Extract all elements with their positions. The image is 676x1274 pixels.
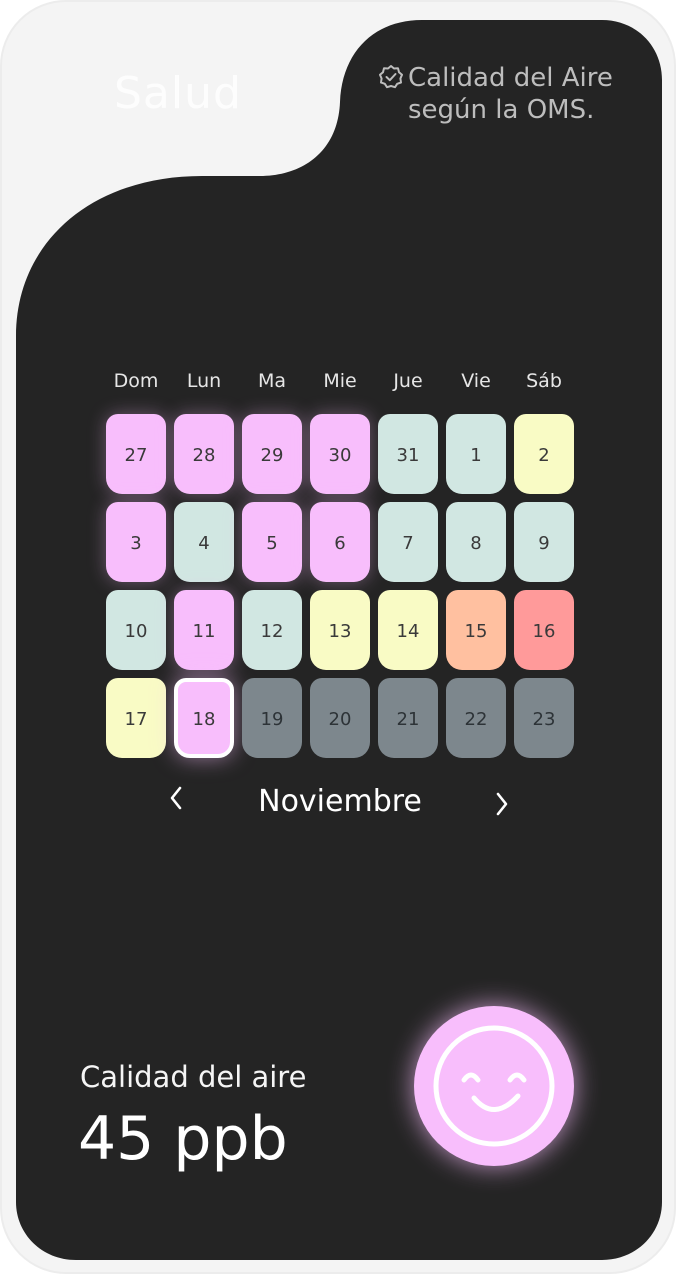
- calendar-day[interactable]: 27: [106, 414, 166, 494]
- calendar-day[interactable]: 10: [106, 590, 166, 670]
- calendar-day[interactable]: 7: [378, 502, 438, 582]
- weekday-label: Dom: [113, 370, 159, 392]
- weekday-label: Jue: [393, 370, 423, 392]
- smiley-face-button[interactable]: [414, 1006, 574, 1166]
- smiley-face-icon: [433, 1025, 555, 1147]
- air-quality-label: Calidad del aire: [80, 1060, 307, 1094]
- calendar-day[interactable]: 30: [310, 414, 370, 494]
- calendar-day[interactable]: 29: [242, 414, 302, 494]
- weekday-label: Vie: [461, 370, 491, 392]
- calendar-day[interactable]: 11: [174, 590, 234, 670]
- phone-frame: Salud Calidad del Aire según la OMS. Dom…: [0, 0, 676, 1274]
- calendar-day[interactable]: 2: [514, 414, 574, 494]
- badge-subtitle: según la OMS.: [408, 95, 595, 125]
- chevron-left-icon[interactable]: [152, 778, 196, 822]
- weekday-label: Sáb: [526, 370, 562, 392]
- month-navigation: Noviembre: [152, 778, 528, 828]
- calendar-day[interactable]: 23: [514, 678, 574, 758]
- calendar-day[interactable]: 6: [310, 502, 370, 582]
- calendar-day[interactable]: 5: [242, 502, 302, 582]
- calendar-day[interactable]: 19: [242, 678, 302, 758]
- calendar-day[interactable]: 4: [174, 502, 234, 582]
- weekday-label: Lun: [186, 370, 222, 392]
- calendar-grid: 27 28 29 30 31 1 2 3 4 5 6 7 8 9 10 11 12 13 14 15 16 17 18 19 2…: [106, 414, 574, 758]
- calendar-day[interactable]: 16: [514, 590, 574, 670]
- month-label: Noviembre: [258, 784, 422, 819]
- calendar-day[interactable]: 14: [378, 590, 438, 670]
- app-title: Salud: [114, 68, 242, 119]
- weekday-header: Dom Lun Ma Mie Jue Vie Sáb: [106, 370, 574, 398]
- calendar-day[interactable]: 20: [310, 678, 370, 758]
- calendar-day[interactable]: 8: [446, 502, 506, 582]
- calendar-day[interactable]: 17: [106, 678, 166, 758]
- calendar-day[interactable]: 12: [242, 590, 302, 670]
- calendar-day-selected[interactable]: 18: [174, 678, 234, 758]
- weekday-label: Mie: [323, 370, 357, 392]
- weekday-label: Ma: [257, 370, 287, 392]
- calendar-day[interactable]: 15: [446, 590, 506, 670]
- calendar-day[interactable]: 21: [378, 678, 438, 758]
- chevron-right-icon[interactable]: [484, 778, 528, 822]
- calendar-day[interactable]: 31: [378, 414, 438, 494]
- calendar-day[interactable]: 13: [310, 590, 370, 670]
- calendar-day[interactable]: 22: [446, 678, 506, 758]
- badge-title: Calidad del Aire: [408, 63, 613, 93]
- calendar-day[interactable]: 28: [174, 414, 234, 494]
- calendar-day[interactable]: 9: [514, 502, 574, 582]
- air-quality-value: 45 ppb: [78, 1104, 288, 1174]
- calendar-day[interactable]: 3: [106, 502, 166, 582]
- calendar-day[interactable]: 1: [446, 414, 506, 494]
- verified-check-icon: [379, 65, 403, 89]
